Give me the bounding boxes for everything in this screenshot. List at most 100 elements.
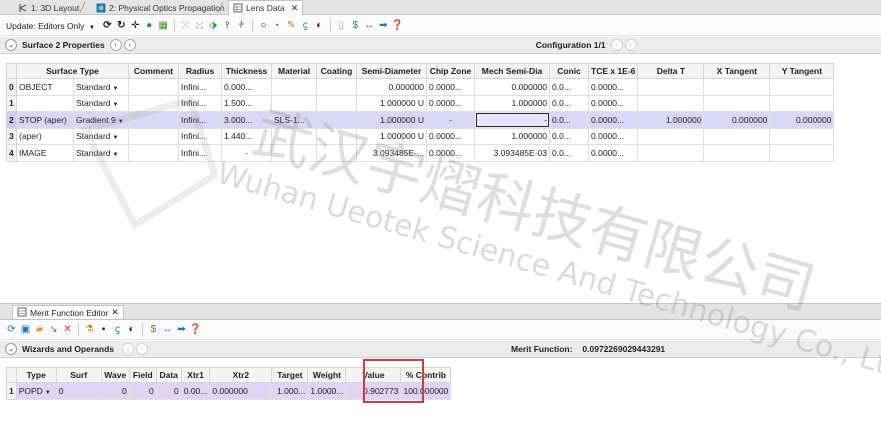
tce-cell[interactable]: 0.0000... xyxy=(587,78,639,96)
chevron-down-icon[interactable]: ▼ xyxy=(113,152,119,158)
mech-semi-dia-cell-active[interactable]: - xyxy=(474,111,550,129)
column-header[interactable]: Thickness xyxy=(221,63,272,79)
delete-icon[interactable]: ✕ xyxy=(62,324,73,336)
comment-cell[interactable] xyxy=(128,127,179,145)
contrib-cell[interactable]: 100.000000 xyxy=(400,382,452,400)
hook-icon[interactable]: ϛ xyxy=(112,324,123,336)
conic-cell[interactable]: 0.0... xyxy=(549,94,589,112)
chip-zone-cell[interactable]: - xyxy=(426,111,475,129)
chevron-down-icon[interactable]: ▼ xyxy=(113,102,119,108)
prev-operand-button[interactable]: ‹ xyxy=(122,343,135,355)
chevron-down-icon[interactable]: ▼ xyxy=(113,86,119,92)
reverse-icon[interactable]: ⤩ xyxy=(194,20,205,32)
column-header[interactable]: Y Tangent xyxy=(769,63,835,79)
radius-cell[interactable]: Infini... xyxy=(178,94,222,112)
grid-icon[interactable]: ▦ xyxy=(158,20,169,32)
tce-cell[interactable]: 0.0000... xyxy=(587,127,639,145)
semi-diameter-cell[interactable]: 1.000000 U xyxy=(356,127,427,145)
xtr2-cell[interactable]: 0.000000 xyxy=(209,382,273,400)
column-header[interactable]: Target xyxy=(271,367,309,383)
y-tangent-cell[interactable]: 0.000000 xyxy=(769,111,835,129)
surface-type-cell[interactable]: Standard ▼ xyxy=(73,127,129,145)
insert-down-icon[interactable]: ↘ xyxy=(48,324,59,336)
surface-type-cell[interactable]: Standard ▼ xyxy=(73,94,129,112)
x-tangent-cell[interactable] xyxy=(703,127,771,145)
thickness-cell[interactable]: 1.440... xyxy=(221,127,272,145)
data-cell[interactable]: 0 xyxy=(155,382,182,400)
table-row-selected[interactable]: 2 STOP (aper) Gradient 9 ▼ Infini... 3.00… xyxy=(6,111,835,129)
table-row[interactable]: 1 Standard ▼ Infini... 1.500... 1.000000 … xyxy=(6,94,835,112)
surface-name-cell[interactable]: (aper) xyxy=(16,127,74,145)
comment-cell[interactable] xyxy=(128,94,179,112)
thickness-cell[interactable]: 3.000... xyxy=(221,111,272,129)
comment-cell[interactable] xyxy=(128,78,179,96)
tab-lens-data[interactable]: Lens Data ✕ xyxy=(228,0,304,15)
surface-name-cell[interactable] xyxy=(16,94,74,112)
material-cell[interactable]: SLS-1... xyxy=(271,111,317,129)
column-header[interactable]: Conic xyxy=(549,63,589,79)
weight-cell[interactable]: 1.0000... xyxy=(307,382,347,400)
chevron-down-icon[interactable]: ▼ xyxy=(113,135,119,141)
column-header[interactable]: Comment xyxy=(128,63,179,79)
coating-cell[interactable] xyxy=(316,78,357,96)
ray-trace-icon[interactable]: ⬗ xyxy=(208,20,219,32)
column-header[interactable]: Coating xyxy=(316,63,357,79)
chevron-down-icon[interactable]: ⌄ xyxy=(5,343,17,355)
conic-cell[interactable]: 0.0... xyxy=(549,127,589,145)
operand-row[interactable]: 1 POPD ▼ 0 0 0 0 0.00... 0.000000 1.000..… xyxy=(6,382,452,400)
wave-cell[interactable]: 0 xyxy=(100,382,130,400)
conic-cell[interactable]: 0.0... xyxy=(549,78,589,96)
xtr1-cell[interactable]: 0.00... xyxy=(180,382,211,400)
y-tangent-cell[interactable] xyxy=(769,94,835,112)
comment-cell[interactable] xyxy=(128,144,179,162)
operand-icon[interactable]: ▪ xyxy=(98,324,109,336)
column-header[interactable]: Mech Semi-Dia xyxy=(474,63,550,79)
column-header[interactable]: Weight xyxy=(307,367,347,383)
mech-semi-dia-cell[interactable]: 1.000000 xyxy=(474,127,550,145)
conic-cell[interactable]: 0.0... xyxy=(549,111,589,129)
material-cell[interactable] xyxy=(271,144,317,162)
hook-icon[interactable]: ϛ xyxy=(300,20,311,32)
next-config-button[interactable]: › xyxy=(624,39,637,51)
column-header[interactable]: Data xyxy=(155,367,182,383)
thickness-cell[interactable]: 1.500... xyxy=(221,94,272,112)
tce-cell[interactable]: 0.0000... xyxy=(587,111,639,129)
column-header[interactable]: Radius xyxy=(178,63,222,79)
column-header[interactable]: Xtr1 xyxy=(180,367,211,383)
y-tangent-cell[interactable] xyxy=(769,127,835,145)
surface-name-cell[interactable]: IMAGE xyxy=(16,144,74,162)
refresh-icon[interactable]: ⟳ xyxy=(6,324,17,336)
column-header[interactable]: Xtr2 xyxy=(209,367,273,383)
thickness-cell[interactable]: - xyxy=(221,144,272,162)
semi-diameter-cell[interactable]: 3.093485E-... xyxy=(356,144,427,162)
thickness-cell[interactable]: 0.000... xyxy=(221,78,272,96)
column-header[interactable]: X Tangent xyxy=(703,63,771,79)
target-cell[interactable]: 1.000... xyxy=(271,382,309,400)
tab-3d-layout[interactable]: 1: 3D Layout xyxy=(14,1,83,15)
arrow-right-icon[interactable]: ➡ xyxy=(176,324,187,336)
table-row[interactable]: 0 OBJECT Standard ▼ Infini... 0.000... 0.… xyxy=(6,78,835,96)
material-cell[interactable] xyxy=(271,94,317,112)
radius-cell[interactable]: Infini... xyxy=(178,144,222,162)
x-tangent-cell[interactable]: 0.000000 xyxy=(703,111,771,129)
column-header[interactable]: Wave xyxy=(100,367,130,383)
folder-icon[interactable]: ▰ xyxy=(34,324,45,336)
column-header[interactable]: Delta T xyxy=(637,63,705,79)
arrows-lr-icon[interactable]: ↔ xyxy=(364,20,375,32)
radius-cell[interactable]: Infini... xyxy=(178,111,222,129)
prev-surface-button[interactable]: ‹ xyxy=(109,39,122,51)
surface-type-cell[interactable]: Standard ▼ xyxy=(73,78,129,96)
surface-type-cell[interactable]: Standard ▼ xyxy=(73,144,129,162)
radius-cell[interactable]: Infini... xyxy=(178,78,222,96)
chevron-down-icon[interactable]: ▼ xyxy=(45,390,51,396)
surface-name-cell[interactable]: STOP (aper) xyxy=(16,111,74,129)
page-icon[interactable]: ▯ xyxy=(336,20,347,32)
semi-diameter-cell[interactable]: 1.000000 U xyxy=(356,111,427,129)
surface-type-cell[interactable]: Gradient 9 ▼ xyxy=(73,111,129,129)
comment-cell[interactable] xyxy=(128,111,179,129)
column-header[interactable]: Chip Zone xyxy=(426,63,475,79)
prev-config-button[interactable]: ‹ xyxy=(610,39,623,51)
field-cell[interactable]: 0 xyxy=(128,382,157,400)
tab-physical-optics-propagation[interactable]: 2: Physical Optics Propagation xyxy=(92,1,229,15)
close-tab-icon[interactable]: ✕ xyxy=(111,307,118,318)
